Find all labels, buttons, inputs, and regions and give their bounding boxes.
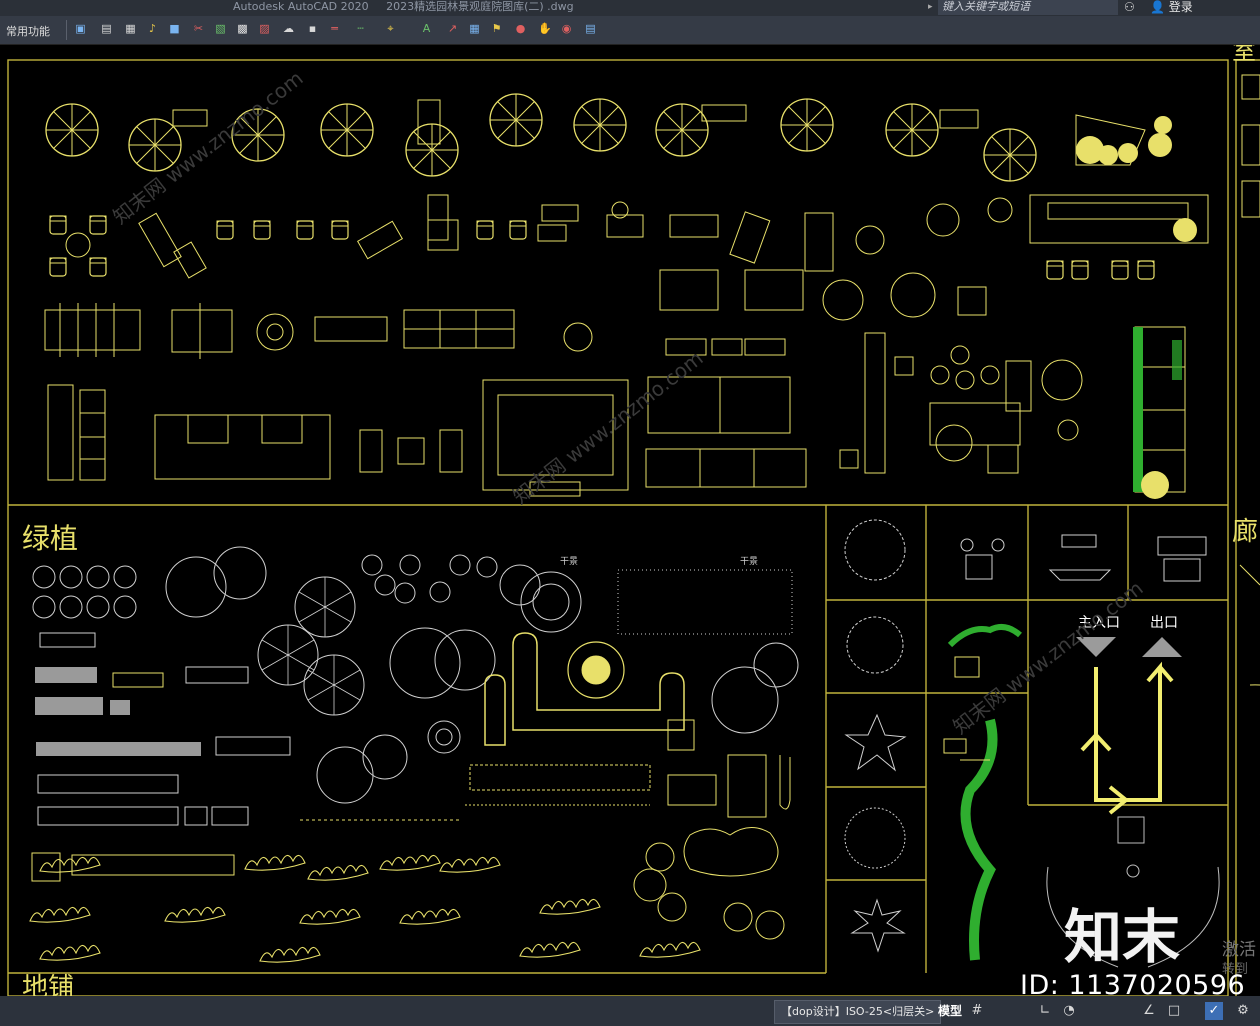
dry-scene-hatch[interactable] <box>617 569 793 635</box>
match-icon[interactable]: ♪ <box>146 22 159 35</box>
dry-scene-label-2: 干景 <box>740 556 758 567</box>
osnap-icon[interactable]: □ <box>1165 1002 1183 1020</box>
rect-icon[interactable]: ▩ <box>236 22 249 35</box>
section-label-corridor: 廊 <box>1232 517 1258 547</box>
section-label-top-right: 室 <box>1232 45 1256 65</box>
login-button[interactable]: 👤 登录 <box>1150 0 1193 14</box>
section-label-paving: 地铺 <box>22 973 74 996</box>
settings-icon[interactable]: ⚙ <box>1234 1002 1252 1020</box>
save-icon[interactable]: ▣ <box>74 22 87 35</box>
drawing-frames <box>7 59 1260 997</box>
grid-toggle-icon[interactable]: # <box>968 1002 986 1020</box>
community-icon[interactable]: ⚇ <box>1124 0 1135 14</box>
ortho-icon[interactable]: ∟ <box>1036 1002 1054 1020</box>
linetype-icon[interactable]: ┄ <box>354 22 367 35</box>
isodraft-icon[interactable]: ∠ <box>1140 1002 1158 1020</box>
tool-icon[interactable]: ✋ <box>538 22 552 35</box>
dimension-icon[interactable]: ⌖ <box>384 22 397 35</box>
watermark-logo: 知末 <box>1064 903 1181 971</box>
toolbar-divider <box>66 20 67 40</box>
dry-scene-label-1: 干景 <box>560 556 578 567</box>
title-bar: Autodesk AutoCAD 2020 2023精选园林景观庭院图库(二) … <box>0 0 1260 16</box>
block-icon[interactable]: ▪ <box>306 22 319 35</box>
table-blocks[interactable] <box>44 269 987 359</box>
drawing-svg[interactable]: 绿植 地铺 室 廊 干景 干景 主入口 出口 知末网 www.znzmo.com… <box>0 37 1260 1003</box>
grey-planter-blocks <box>35 666 291 756</box>
table-icon[interactable]: ▦ <box>468 22 481 35</box>
layer-state-icon[interactable]: ■ <box>168 22 181 35</box>
line-icon[interactable]: ═ <box>328 22 341 35</box>
search-expand-icon[interactable]: ▸ <box>928 0 933 14</box>
workspace-label[interactable]: 常用功能 <box>6 23 50 39</box>
shrub-blocks[interactable] <box>29 632 791 963</box>
annotation-scale-icon[interactable]: ✓ <box>1205 1002 1223 1020</box>
exit-label: 出口 <box>1150 615 1178 631</box>
attribute-icon[interactable]: ⚑ <box>490 22 503 35</box>
drawing-canvas[interactable]: 绿植 地铺 室 廊 干景 干景 主入口 出口 知末网 www.znzmo.com… <box>0 37 1260 1003</box>
watermark-site-2: 知末网 www.znzmo.com <box>508 346 707 509</box>
entrance-exit-arrows[interactable] <box>1076 637 1182 815</box>
cloud-icon[interactable]: ☁ <box>282 22 295 35</box>
search-input[interactable]: 键入关键字或短语 <box>938 0 1118 15</box>
watermark-site-1: 知末网 www.znzmo.com <box>108 66 307 229</box>
annotation-style-selector[interactable]: 【dop设计】ISO-25<归层关> <box>774 1000 942 1024</box>
plan-symbol-blocks[interactable] <box>844 519 1207 953</box>
model-tab[interactable]: 模型 <box>938 1000 962 1022</box>
palette-icon[interactable]: ▤ <box>584 22 597 35</box>
select-icon[interactable]: ✂ <box>192 22 205 35</box>
quick-toolbar: 常用功能 ▣ ▤ ▦ ♪ ■ ✂ ▧ ▩ ▨ ☁ ▪ ═ ┄ ⌖ A ↗ ▦ ⚑ ● ✋ ◉ ▤ <box>0 16 1260 45</box>
polar-icon[interactable]: ◔ <box>1060 1002 1078 1020</box>
greenery-blob-top <box>1075 114 1172 166</box>
layer-icon[interactable]: ▦ <box>124 22 137 35</box>
render-icon[interactable]: ◉ <box>560 22 573 35</box>
text-icon[interactable]: A <box>420 22 433 35</box>
insert-icon[interactable]: ● <box>514 22 527 35</box>
watermark-id: ID: 1137020596 <box>1020 970 1246 1001</box>
hatch-icon[interactable]: ▨ <box>258 22 271 35</box>
window-title: Autodesk AutoCAD 2020 2023精选园林景观庭院图库(二) … <box>233 0 574 13</box>
windows-activate-text: 激活 <box>1222 940 1256 960</box>
green-hedge-right <box>1133 327 1182 499</box>
seating-blocks[interactable] <box>49 194 1209 280</box>
print-icon[interactable]: ▤ <box>100 22 113 35</box>
greenery-blob-mid <box>1173 218 1197 242</box>
leader-icon[interactable]: ↗ <box>446 22 459 35</box>
right-edge-details <box>1239 74 1260 835</box>
grid-icon[interactable]: ▧ <box>214 22 227 35</box>
section-label-plants: 绿植 <box>22 522 78 555</box>
